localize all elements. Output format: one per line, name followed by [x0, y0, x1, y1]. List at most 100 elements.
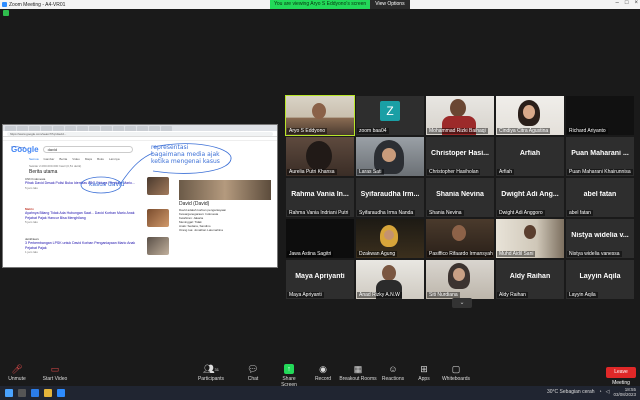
start-video-button[interactable]: ▭ Start Video — [40, 363, 70, 383]
avatar: Z — [380, 101, 400, 121]
maximize-icon[interactable]: □ — [625, 0, 629, 6]
pen-annotations — [10, 143, 232, 194]
participant-name: Aurelia Putri Khansa — [287, 169, 337, 175]
share-screen-button[interactable]: ↑ Share Screen — [274, 364, 304, 388]
apps-button[interactable]: ⊞ Apps — [416, 363, 432, 383]
participant-display-name: abel fatan — [583, 191, 617, 198]
reactions-button[interactable]: ☺ Reactions — [380, 364, 406, 382]
view-options-button[interactable]: View Options — [370, 0, 410, 9]
participant-tile[interactable]: Nistya widelia v... Nistya widelia vanes… — [566, 219, 634, 258]
participant-name: Christopher Hasiholan — [427, 169, 481, 175]
record-button[interactable]: ◉ Record — [312, 363, 334, 383]
participant-display-name: Shania Nevina — [436, 191, 484, 198]
minimize-icon[interactable]: – — [616, 0, 619, 6]
record-label: Record — [314, 376, 332, 382]
security-shield-icon[interactable] — [3, 10, 9, 16]
participant-tile[interactable]: Jawa Astina Sagitri — [286, 219, 354, 258]
participant-tile[interactable]: Maya Apriyanti Maya Apriyanti — [286, 260, 354, 299]
participant-name: Mohammad Rizki Baihaqi — [427, 128, 488, 134]
participant-name: Aryo S Eddyono — [287, 128, 328, 134]
participant-tile[interactable]: Aurelia Putri Khansa — [286, 137, 354, 176]
window-controls: – □ × — [616, 0, 638, 6]
participants-icon: 👥︎ 31 — [203, 363, 219, 374]
participant-display-name: Dwight Adi Ang... — [501, 191, 559, 198]
annotation-text: ketika mengenai kasus — [151, 158, 220, 165]
start-menu-icon[interactable] — [5, 389, 13, 397]
shared-screen[interactable]: https://www.google.com/search?q=david...… — [2, 124, 278, 268]
search-icon[interactable] — [18, 389, 26, 397]
participant-tile[interactable]: Dzakwan Agung — [356, 219, 424, 258]
participant-name: Arfiah — [497, 169, 515, 175]
volume-icon[interactable]: ◁ — [606, 389, 610, 395]
system-clock[interactable]: 18:55 03/08/2023 — [613, 387, 636, 397]
participant-tile[interactable]: Z zoom baa04 — [356, 96, 424, 135]
participant-tile[interactable]: Rahma Vania In... Rahma Vania Indriani P… — [286, 178, 354, 217]
participant-name: Jawa Astina Sagitri — [287, 251, 334, 257]
share-banner: You are viewing Aryo S Eddyono's screen … — [270, 0, 410, 9]
participant-tile[interactable]: Cindiya Citra Agustina — [496, 96, 564, 135]
participants-label: Participants — [197, 376, 225, 382]
whiteboard-icon: ▢ — [451, 363, 461, 374]
zoom-taskbar-icon[interactable] — [57, 389, 65, 397]
system-tray: 30°C Sebagian cerah ◔ ◁ 18:55 03/08/2023 — [547, 387, 636, 397]
wifi-icon[interactable]: ◔ — [599, 389, 602, 395]
participant-tile[interactable]: Laras Sati — [356, 137, 424, 176]
close-icon[interactable]: × — [634, 0, 638, 6]
breakout-rooms-label: Breakout Rooms — [339, 376, 377, 382]
participant-tile[interactable]: abel fatan abel fatan — [566, 178, 634, 217]
weather-widget[interactable]: 30°C Sebagian cerah — [547, 389, 595, 395]
apps-label: Apps — [418, 376, 430, 382]
participant-display-name: Layyin Aqila — [579, 273, 621, 280]
unmute-button[interactable]: 🎤︎ Unmute — [6, 364, 28, 383]
share-screen-icon: ↑ — [284, 364, 294, 374]
participant-name: Shania Nevina — [427, 210, 464, 216]
participant-tile[interactable]: Arfiah Arfiah — [496, 137, 564, 176]
participants-count: 31 — [214, 366, 219, 372]
chat-label: Chat — [247, 376, 259, 382]
participant-tile[interactable]: Puan Maharani ... Puan Maharani Khairunn… — [566, 137, 634, 176]
unmute-label: Unmute — [8, 376, 26, 382]
video-off-icon: ▭ — [50, 363, 60, 374]
breakout-rooms-button[interactable]: ▦ Breakout Rooms — [338, 364, 378, 383]
participant-tile[interactable]: Aryo S Eddyono — [285, 95, 355, 136]
participant-tile[interactable]: Mohammad Rizki Baihaqi — [426, 96, 494, 135]
annotation-text: kasus david — [89, 181, 125, 188]
file-explorer-icon[interactable] — [44, 389, 52, 397]
whiteboards-label: Whiteboards — [441, 376, 471, 382]
participant-name: Dzakwan Agung — [357, 251, 398, 257]
participant-tile[interactable]: Richard Ariyanto — [566, 96, 634, 135]
chat-icon: 💬︎ — [247, 363, 259, 374]
participant-tile[interactable]: Siti Nurdiana — [426, 260, 494, 299]
participant-display-name: Syifaraudha Irm... — [360, 191, 420, 198]
participant-name: Cindiya Citra Agustina — [497, 128, 551, 134]
zoom-app-icon — [2, 2, 7, 7]
participant-tile[interactable]: Syifaraudha Irm... Syifaraudha Irma Nand… — [356, 178, 424, 217]
edge-browser-icon[interactable] — [31, 389, 39, 397]
reactions-icon: ☺ — [388, 364, 398, 374]
meeting-toolbar: 🎤︎ Unmute ▭ Start Video 👥︎ 31 Participant… — [0, 362, 640, 388]
clock-date: 03/08/2023 — [613, 392, 636, 397]
participant-tile[interactable]: Shania Nevina Shania Nevina — [426, 178, 494, 217]
leave-meeting-button[interactable]: Leave Meeting — [606, 367, 636, 386]
participant-name: Anad Rizky A.N.W — [357, 292, 402, 298]
whiteboards-button[interactable]: ▢ Whiteboards — [440, 363, 472, 383]
participant-name: Richard Ariyanto — [567, 128, 608, 134]
participant-tile[interactable]: Anad Rizky A.N.W — [356, 260, 424, 299]
record-icon: ◉ — [319, 363, 327, 374]
participant-name: Aldy Raihan — [497, 292, 528, 298]
chat-button[interactable]: 💬︎ Chat — [244, 363, 262, 383]
participant-tile[interactable]: Aldy Raihan Aldy Raihan — [496, 260, 564, 299]
participant-tile[interactable]: Muhd Aidil Sani — [496, 219, 564, 258]
participant-tile[interactable]: Christoper Hasi... Christopher Hasiholan — [426, 137, 494, 176]
participant-name: Rahma Vania Indriani Putri — [287, 210, 351, 216]
apps-icon: ⊞ — [420, 363, 428, 374]
participant-tile[interactable]: Pasiffico Rifaardo Irmansyah — [426, 219, 494, 258]
participants-button[interactable]: 👥︎ 31 Participants — [196, 363, 226, 383]
participant-tile[interactable]: Layyin Aqila Layyin Aqila — [566, 260, 634, 299]
participant-display-name: Rahma Vania In... — [291, 191, 349, 198]
next-page-chevron-icon[interactable]: ⌄ — [452, 298, 472, 308]
participant-tile[interactable]: Dwight Adi Ang... Dwight Adi Anggoro — [496, 178, 564, 217]
participant-name: Puan Maharani Khairunnisa — [567, 169, 633, 175]
participant-display-name: Aldy Raihan — [509, 273, 551, 280]
participant-name: Muhd Aidil Sani — [497, 251, 536, 257]
